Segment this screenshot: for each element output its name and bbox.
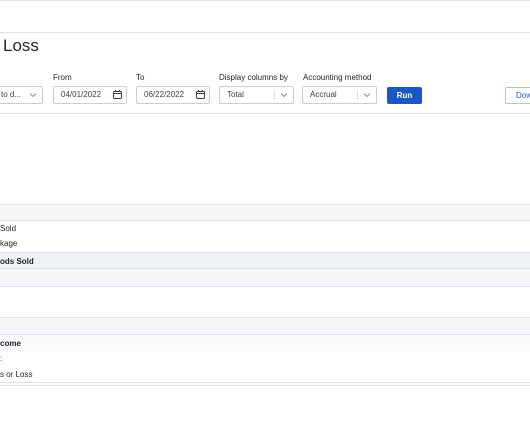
report-period-value: to d...	[1, 90, 22, 99]
from-date-input[interactable]: 04/01/2022	[53, 86, 127, 104]
header-divider	[0, 32, 530, 33]
accounting-method-select[interactable]: Accrual	[302, 86, 377, 104]
cogs-subrow-label: kage	[0, 239, 18, 248]
calendar-icon[interactable]	[113, 90, 122, 99]
accounting-method-value: Accrual	[310, 90, 337, 99]
row-divider	[0, 286, 530, 287]
display-columns-select[interactable]: Total	[219, 86, 294, 104]
to-date-input[interactable]: 06/22/2022	[136, 86, 210, 104]
row-divider	[0, 382, 530, 383]
net-gains-loss-label: s or Loss	[0, 370, 33, 379]
net-income-label: come	[0, 339, 21, 348]
net-subrow-label: :	[0, 354, 3, 363]
row-divider	[0, 385, 530, 386]
select-divider	[357, 90, 358, 100]
section-header-band	[0, 205, 530, 220]
cogs-total-label: ods Sold	[0, 257, 34, 266]
gross-profit-band	[0, 269, 530, 286]
chevron-down-icon	[363, 93, 371, 98]
section-header-band	[0, 318, 530, 334]
report-period-select[interactable]: to d...	[0, 86, 43, 104]
toolbar-divider	[0, 113, 530, 114]
calendar-icon[interactable]	[196, 90, 205, 99]
page-title: Loss	[3, 36, 39, 55]
net-income-band	[0, 335, 530, 351]
from-label: From	[53, 73, 72, 82]
chevron-down-icon	[280, 93, 288, 98]
chevron-down-icon	[29, 93, 37, 98]
total-row-band	[0, 253, 530, 268]
to-date-value: 06/22/2022	[144, 90, 185, 99]
from-date-value: 04/01/2022	[61, 90, 102, 99]
download-button[interactable]: Dow	[505, 87, 530, 104]
cogs-row-label: Sold	[0, 224, 17, 233]
top-divider	[0, 0, 530, 1]
row-divider	[0, 334, 530, 335]
run-button[interactable]: Run	[387, 87, 422, 104]
display-columns-value: Total	[227, 90, 244, 99]
accounting-method-label: Accounting method	[303, 73, 372, 82]
select-divider	[274, 90, 275, 100]
row-divider	[0, 220, 530, 221]
to-label: To	[136, 73, 145, 82]
display-columns-label: Display columns by	[219, 73, 288, 82]
